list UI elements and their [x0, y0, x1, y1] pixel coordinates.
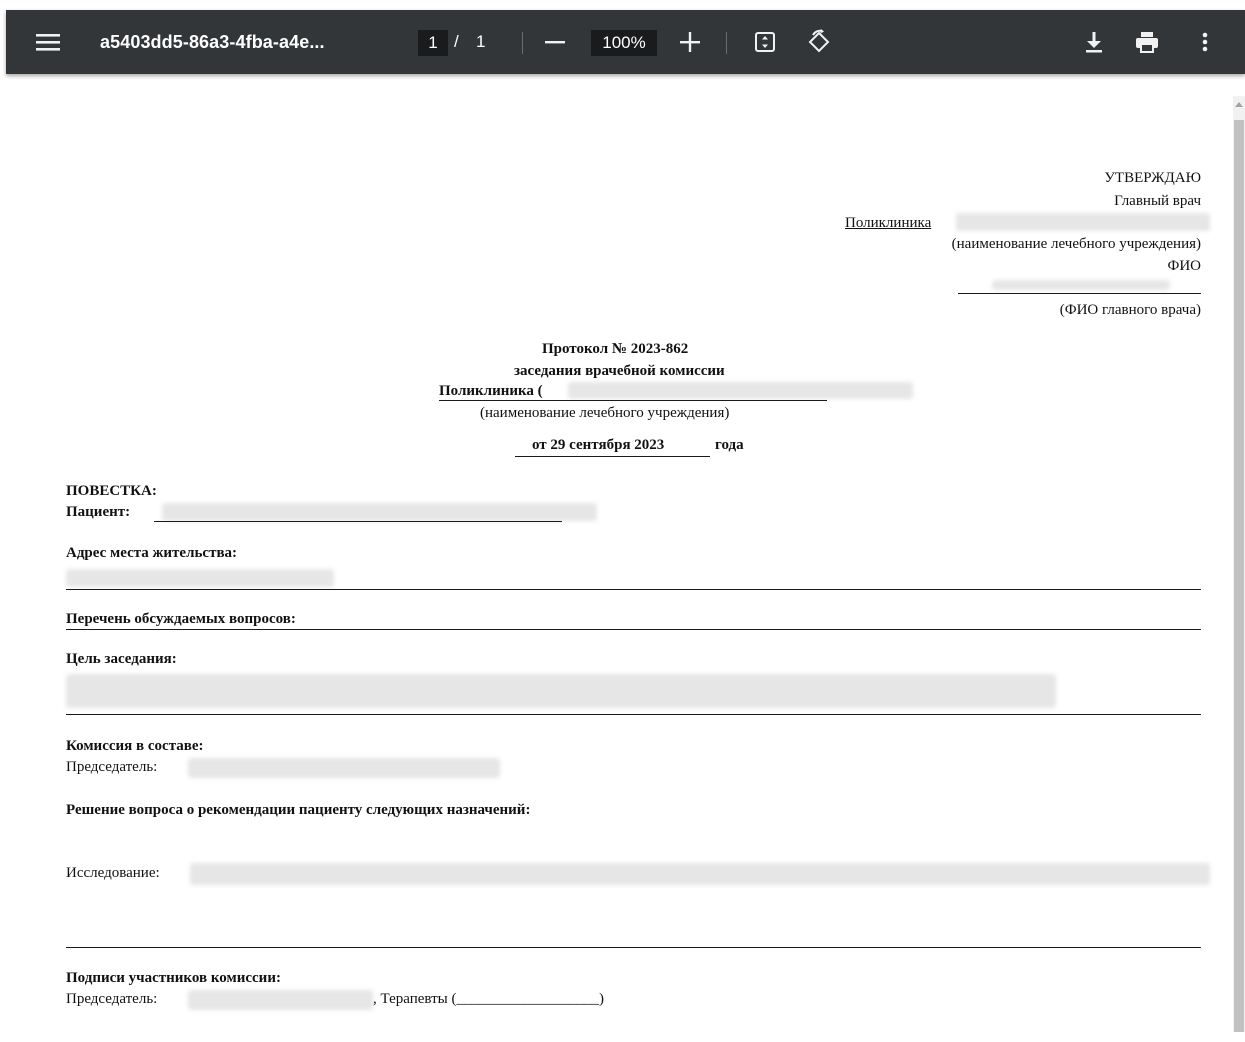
purpose-label: Цель заседания:: [66, 651, 177, 667]
download-icon[interactable]: [1083, 10, 1105, 74]
vertical-scrollbar[interactable]: [1233, 96, 1245, 1032]
patient-underline: [154, 521, 562, 522]
zoom-level-input[interactable]: 100%: [591, 30, 657, 56]
toolbar-divider: [522, 32, 523, 54]
scroll-up-arrow-icon[interactable]: [1235, 102, 1243, 107]
protocol-org-line: Поликлиника (: [439, 383, 543, 399]
fio-underline: [958, 293, 1201, 294]
page-separator: /: [454, 32, 459, 51]
research-label: Исследование:: [66, 865, 160, 881]
signatures-label: Подписи участников комиссии:: [66, 970, 281, 986]
redacted-org-name: [956, 213, 1210, 231]
signatures-therapists: , Терапевты (___________________): [373, 991, 604, 1007]
approve-org-prefix: Поликлиника: [845, 215, 932, 231]
toolbar-divider: [726, 32, 727, 54]
protocol-year-suffix: года: [715, 437, 744, 453]
protocol-subtitle: заседания врачебной комиссии: [514, 363, 725, 379]
approve-fio-label: ФИО: [1167, 258, 1201, 274]
redacted-purpose: [66, 674, 1056, 708]
fit-page-icon[interactable]: [753, 10, 777, 74]
redacted-address: [66, 569, 334, 587]
pdf-toolbar: a5403dd5-86a3-4fba-a4e... 1 / 1 100%: [6, 10, 1245, 74]
document-page: УТВЕРЖДАЮ Главный врач Поликлиника (наим…: [12, 96, 1233, 1042]
page-number-input[interactable]: 1: [418, 30, 448, 56]
signatures-chairman-label: Председатель:: [66, 991, 158, 1007]
patient-label: Пациент:: [66, 504, 131, 520]
protocol-org-underline: [439, 400, 827, 401]
approve-org-caption: (наименование лечебного учреждения): [951, 236, 1201, 252]
print-icon[interactable]: [1134, 10, 1160, 74]
protocol-title: Протокол № 2023-862: [542, 341, 689, 357]
address-label: Адрес места жительства:: [66, 545, 238, 561]
document-title: a5403dd5-86a3-4fba-a4e...: [100, 31, 325, 52]
redacted-protocol-org: [568, 382, 913, 399]
protocol-date-underline: [515, 456, 710, 457]
questions-underline: [66, 629, 1201, 630]
redacted-patient-name: [162, 503, 597, 521]
redacted-research: [190, 863, 1210, 885]
redacted-chief-doctor-name: [992, 280, 1170, 290]
redacted-chairman: [188, 758, 500, 778]
page-total: 1: [476, 32, 486, 51]
decision-label: Решение вопроса о рекомендации пациенту …: [66, 802, 531, 818]
redacted-signature-chairman: [188, 990, 373, 1010]
commission-label: Комиссия в составе:: [66, 738, 204, 754]
protocol-org-caption: (наименование лечебного учреждения): [480, 405, 730, 421]
pdf-viewer: a5403dd5-86a3-4fba-a4e... 1 / 1 100% УТВ…: [6, 10, 1245, 1042]
approve-title: УТВЕРЖДАЮ: [1104, 170, 1201, 186]
rotate-icon[interactable]: [806, 10, 832, 74]
chairman-label: Председатель:: [66, 759, 158, 775]
purpose-underline: [66, 714, 1201, 715]
scrollbar-thumb[interactable]: [1234, 120, 1244, 1032]
zoom-in-icon[interactable]: [679, 10, 701, 74]
address-underline: [66, 589, 1201, 590]
protocol-date: от 29 сентября 2023: [532, 437, 665, 453]
agenda-label: ПОВЕСТКА:: [66, 483, 157, 499]
questions-label: Перечень обсуждаемых вопросов:: [66, 611, 296, 627]
more-options-icon[interactable]: [1199, 10, 1211, 74]
approve-fio-caption: (ФИО главного врача): [1059, 302, 1201, 318]
menu-icon[interactable]: [36, 10, 62, 74]
decision-underline: [66, 947, 1201, 948]
approve-position: Главный врач: [1114, 193, 1201, 209]
zoom-out-icon[interactable]: [544, 10, 566, 74]
